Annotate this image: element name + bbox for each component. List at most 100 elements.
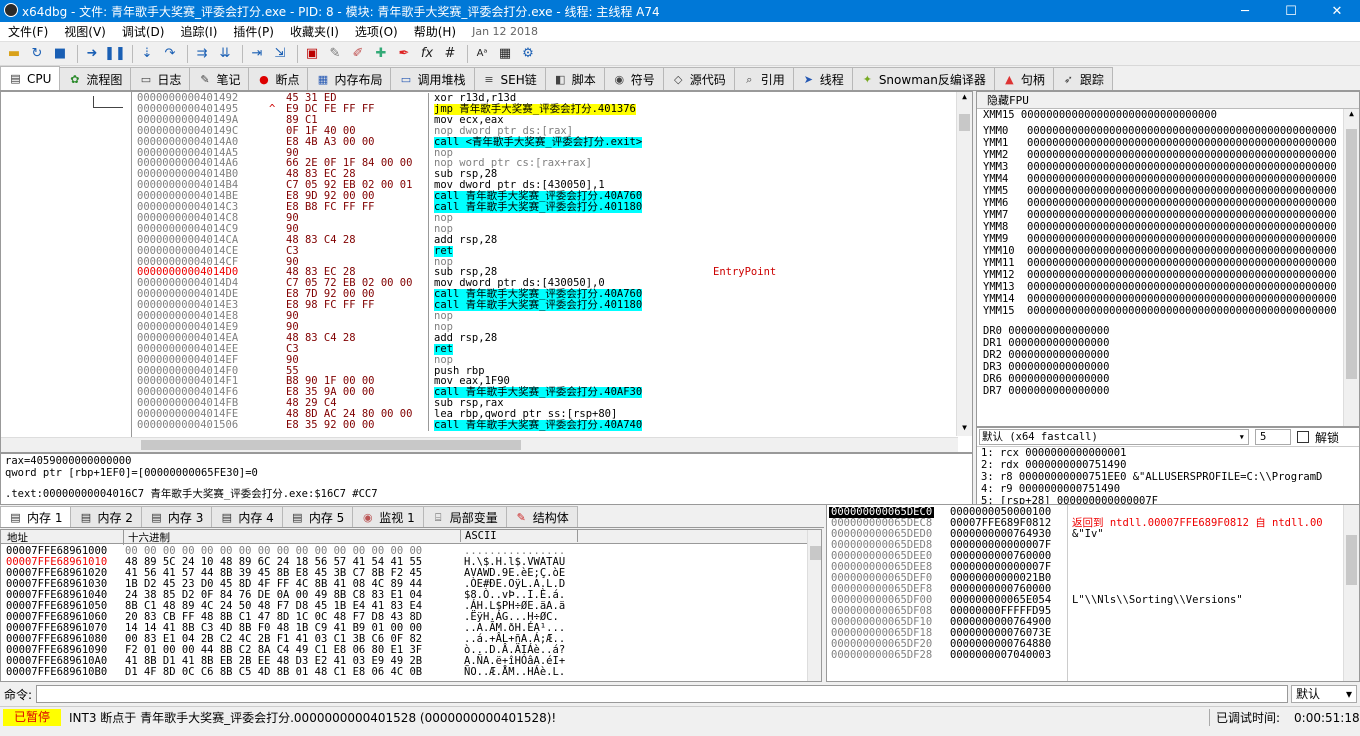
register-row[interactable]: YMM14 00000000000000000000000000000000000… — [977, 293, 1359, 305]
tab-log[interactable]: ▭ 日志 — [130, 67, 191, 90]
disasm-row[interactable]: 00000000004014A0 E8 4B A3 00 00 call <青年歌手… — [132, 136, 959, 148]
stop-icon[interactable]: ■ — [50, 45, 70, 63]
disasm-row[interactable]: 00000000004014CE C3 ret — [132, 245, 959, 257]
register-row[interactable]: YMM6 000000000000000000000000000000000000… — [977, 197, 1359, 209]
dump-tab-4[interactable]: ▤ 内存 4 — [211, 506, 283, 527]
disassembly-view[interactable]: 0000000000401492 45 31 ED xor r13d,r13d 000… — [0, 91, 973, 453]
call-convention-select[interactable]: 默认 (x64 fastcall) ▾ — [979, 429, 1249, 445]
disasm-row[interactable]: 00000000004014CF 90 nop — [132, 256, 959, 268]
register-row[interactable]: YMM1000000000000000000000000000000000000… — [977, 245, 1359, 257]
register-row[interactable]: YMM5 000000000000000000000000000000000000… — [977, 185, 1359, 197]
pause-icon[interactable]: ❚❚ — [104, 45, 126, 63]
hide-fpu-toggle[interactable]: 隐藏FPU — [977, 92, 1359, 109]
debug-register-row[interactable]: DR3 0000000000000000 — [977, 361, 1359, 373]
disasm-row[interactable]: 00000000004014C9 90 nop — [132, 223, 959, 235]
command-input[interactable] — [36, 685, 1289, 703]
run-to-user-code-icon[interactable]: ⇲ — [270, 45, 290, 63]
open-icon[interactable]: ▬ — [4, 45, 24, 63]
dump-tab-7[interactable]: ⌸ 局部变量 — [422, 506, 507, 527]
argument-count-spinner[interactable]: 5 — [1255, 429, 1291, 445]
step-into-icon[interactable]: ⇣ — [137, 45, 157, 63]
disasm-row[interactable]: 00000000004014C3 E8 B8 FC FF FF call 青年歌手大… — [132, 202, 959, 213]
debug-register-row[interactable]: DR0 0000000000000000 — [977, 325, 1359, 337]
tab-script[interactable]: ◧ 脚本 — [544, 67, 605, 90]
menu-trace[interactable]: 追踪(I) — [172, 23, 225, 40]
register-row[interactable]: YMM12 00000000000000000000000000000000000… — [977, 269, 1359, 281]
calculator-icon[interactable]: ▦ — [495, 45, 515, 63]
tab-graph[interactable]: ✿ 流程图 — [59, 67, 132, 90]
unlock-checkbox[interactable] — [1297, 431, 1309, 443]
tab-thread[interactable]: ➤ 线程 — [792, 67, 853, 90]
debug-register-row[interactable]: DR7 0000000000000000 — [977, 385, 1359, 397]
tab-notes[interactable]: ✎ 笔记 — [189, 67, 250, 90]
register-row[interactable]: YMM7 000000000000000000000000000000000000… — [977, 209, 1359, 221]
dump-tab-5[interactable]: ▤ 内存 5 — [281, 506, 354, 527]
debug-register-row[interactable]: DR6 0000000000000000 — [977, 373, 1359, 385]
disassembly-vscroll[interactable]: ▲ ▼ — [956, 92, 972, 436]
argument-row[interactable]: 3: r8 00000000000751EE0 &"ALLUSERSPROFIL… — [981, 471, 1359, 483]
command-mode-select[interactable]: 默认 ▾ — [1291, 685, 1358, 703]
run-icon[interactable]: ➜ — [82, 45, 102, 63]
disasm-row[interactable]: 00000000004014CA 48 83 C4 28 add rsp,28 — [132, 234, 959, 246]
menu-file[interactable]: 文件(F) — [0, 23, 56, 40]
register-row[interactable]: YMM15 00000000000000000000000000000000000… — [977, 305, 1359, 317]
disassembly-hscroll[interactable] — [1, 437, 958, 452]
dump-tab-2[interactable]: ▤ 内存 2 — [70, 506, 142, 527]
bookmark-icon[interactable]: ✚ — [371, 45, 391, 63]
disasm-row[interactable]: 00000000004014EA 48 83 C4 28 add rsp,28 — [132, 332, 959, 344]
debug-register-row[interactable]: DR2 0000000000000000 — [977, 349, 1359, 361]
minimize-button[interactable]: ─ — [1222, 0, 1268, 22]
trace-over-icon[interactable]: ⇊ — [215, 45, 235, 63]
dump-vscroll[interactable] — [807, 530, 821, 681]
tab-breakpoint[interactable]: ● 断点 — [248, 67, 309, 90]
argument-row[interactable]: 1: rcx 0000000000000001 — [981, 447, 1359, 459]
menu-plugins[interactable]: 插件(P) — [225, 23, 282, 40]
dump-tab-8[interactable]: ✎ 结构体 — [505, 506, 578, 527]
strings-icon[interactable]: Aᵃ — [472, 45, 492, 63]
memory-dump[interactable]: 地址 十六进制 ASCII 00007FFE68961000 00 00 00 0… — [0, 529, 822, 682]
debug-register-row[interactable]: DR1 0000000000000000 — [977, 337, 1359, 349]
settings-icon[interactable]: ⚙ — [518, 45, 538, 63]
label-icon[interactable]: ✐ — [348, 45, 368, 63]
registers-vscroll[interactable]: ▲ — [1343, 109, 1359, 426]
registers-panel[interactable]: 隐藏FPU XMM15 0000000000000000000000000000… — [976, 91, 1360, 427]
stack-row[interactable]: 000000000065DF28 0000000007040003 — [827, 650, 1345, 661]
maximize-button[interactable]: ☐ — [1268, 0, 1314, 22]
tab-cpu[interactable]: ▤ CPU — [0, 66, 61, 90]
scylla-icon[interactable]: ▣ — [302, 45, 322, 63]
register-row[interactable]: YMM11 00000000000000000000000000000000000… — [977, 257, 1359, 269]
register-row[interactable]: YMM0 000000000000000000000000000000000000… — [977, 125, 1359, 137]
menu-help[interactable]: 帮助(H) — [406, 23, 464, 40]
register-row[interactable]: YMM8 000000000000000000000000000000000000… — [977, 221, 1359, 233]
disasm-row[interactable]: 00000000004014C8 90 nop — [132, 212, 959, 224]
stack-view[interactable]: 000000000065DEC0 0000000050000100 00000000… — [826, 504, 1360, 682]
tab-source[interactable]: ◇ 源代码 — [662, 67, 735, 90]
register-row[interactable]: YMM3 000000000000000000000000000000000000… — [977, 161, 1359, 173]
tab-symbol[interactable]: ◉ 符号 — [603, 67, 664, 90]
menu-favourites[interactable]: 收藏夹(I) — [282, 23, 347, 40]
argument-row[interactable]: 2: rdx 0000000000751490 — [981, 459, 1359, 471]
disasm-row[interactable]: 00000000004014E8 90 nop — [132, 311, 959, 322]
menu-view[interactable]: 视图(V) — [56, 23, 114, 40]
tab-handle[interactable]: ▲ 句柄 — [993, 67, 1054, 90]
close-button[interactable]: ✕ — [1314, 0, 1360, 22]
execute-till-return-icon[interactable]: ⇥ — [247, 45, 267, 63]
argument-row[interactable]: 4: r9 0000000000751490 — [981, 483, 1359, 495]
trace-into-icon[interactable]: ⇉ — [192, 45, 212, 63]
disasm-row[interactable]: 0000000000401506 E8 35 92 00 00 call 青年歌手大… — [132, 420, 959, 431]
menu-debug[interactable]: 调试(D) — [114, 23, 173, 40]
tab-memory-map[interactable]: ▦ 内存布局 — [307, 67, 392, 90]
register-row[interactable]: YMM1000000000000000000000000000000000000… — [977, 137, 1359, 149]
tab-trace[interactable]: ➶ 跟踪 — [1052, 67, 1113, 90]
disasm-row[interactable]: 00000000004014E9 90 nop — [132, 321, 959, 333]
disasm-row[interactable]: 00000000004014E3 E8 98 FC FF FF call 青年歌手大… — [132, 300, 959, 312]
highlight-icon[interactable]: ✒ — [394, 45, 414, 63]
comment-icon[interactable]: ✎ — [325, 45, 345, 63]
dump-header-ascii[interactable]: ASCII — [460, 530, 578, 542]
register-row[interactable]: YMM9 000000000000000000000000000000000000… — [977, 233, 1359, 245]
tab-snowman[interactable]: ✦ Snowman反编译器 — [851, 67, 995, 90]
menu-options[interactable]: 选项(O) — [347, 23, 406, 40]
stack-vscroll[interactable] — [1343, 505, 1359, 681]
disasm-row[interactable]: 00000000004014F6 E8 35 9A 00 00 call 青年歌手大… — [132, 387, 959, 399]
disasm-row[interactable]: 0000000000401495 ^ E9 DC FE FF FF jmp 青年歌手大… — [132, 103, 959, 115]
